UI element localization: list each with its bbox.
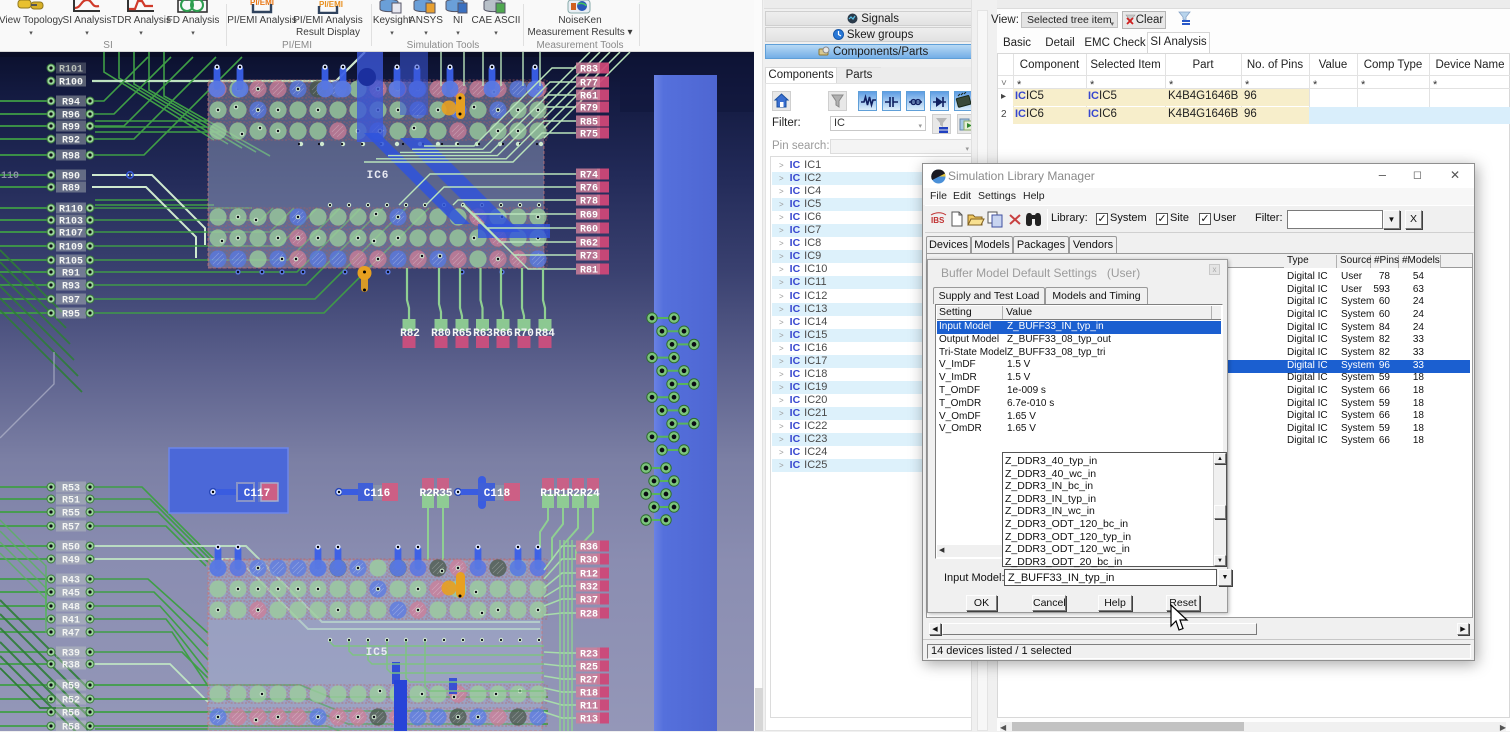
svg-text:C118: C118 — [484, 488, 511, 500]
svg-text:R78: R78 — [580, 197, 598, 208]
svg-text:R110: R110 — [59, 205, 83, 216]
svg-text:R92: R92 — [62, 136, 80, 147]
svg-text:R105: R105 — [59, 257, 83, 268]
svg-text:R89: R89 — [62, 184, 80, 195]
svg-text:R75: R75 — [580, 130, 598, 141]
svg-text:R79: R79 — [580, 104, 598, 115]
svg-text:R48: R48 — [62, 603, 80, 614]
svg-text:R94: R94 — [62, 98, 80, 109]
svg-text:R80: R80 — [431, 328, 451, 340]
svg-text:R109: R109 — [59, 243, 83, 254]
svg-text:R63: R63 — [473, 328, 493, 340]
svg-text:R52: R52 — [62, 696, 80, 707]
svg-text:R38: R38 — [62, 661, 80, 672]
svg-text:110: 110 — [1, 171, 19, 182]
svg-text:R25: R25 — [580, 663, 598, 674]
svg-text:R56: R56 — [62, 709, 80, 720]
svg-text:R77: R77 — [580, 79, 598, 90]
svg-text:R53: R53 — [62, 484, 80, 495]
svg-text:R84: R84 — [535, 328, 555, 340]
svg-text:IBS: IBS — [931, 216, 945, 225]
svg-text:R95: R95 — [62, 310, 80, 321]
svg-text:R70: R70 — [514, 328, 534, 340]
svg-text:R97: R97 — [62, 296, 80, 307]
svg-text:R98: R98 — [62, 152, 80, 163]
svg-text:R73: R73 — [580, 252, 598, 263]
svg-text:C116: C116 — [364, 488, 390, 500]
svg-text:R100: R100 — [59, 78, 83, 89]
svg-text:R82: R82 — [400, 328, 420, 340]
svg-text:R1R1R2R24: R1R1R2R24 — [540, 488, 600, 500]
svg-text:R81: R81 — [580, 266, 598, 277]
svg-text:R27: R27 — [580, 676, 598, 687]
svg-text:R91: R91 — [62, 269, 80, 280]
svg-text:R65: R65 — [452, 328, 472, 340]
svg-text:R96: R96 — [62, 111, 80, 122]
svg-text:R30: R30 — [580, 556, 598, 567]
svg-text:R62: R62 — [580, 239, 598, 250]
svg-text:R99: R99 — [62, 123, 80, 134]
svg-text:R43: R43 — [62, 576, 80, 587]
svg-text:R90: R90 — [62, 172, 80, 183]
svg-text:IC5: IC5 — [366, 647, 389, 659]
svg-text:R41: R41 — [62, 616, 80, 627]
svg-text:R28: R28 — [580, 610, 598, 621]
svg-text:R74: R74 — [580, 171, 598, 182]
svg-text:R66: R66 — [493, 328, 513, 340]
svg-text:R55: R55 — [62, 509, 80, 520]
svg-text:R47: R47 — [62, 629, 80, 640]
svg-text:R61: R61 — [580, 92, 598, 103]
svg-text:R101: R101 — [59, 65, 83, 76]
svg-text:R11: R11 — [580, 702, 598, 713]
svg-text:PI/EMI: PI/EMI — [319, 0, 343, 9]
svg-text:R93: R93 — [62, 282, 80, 293]
svg-text:R107: R107 — [59, 229, 83, 240]
svg-text:R2R35: R2R35 — [419, 488, 452, 500]
svg-text:R36: R36 — [580, 543, 598, 554]
svg-text:R37: R37 — [580, 596, 598, 607]
svg-text:C117: C117 — [244, 488, 270, 500]
svg-text:R60: R60 — [580, 225, 598, 236]
svg-text:R39: R39 — [62, 649, 80, 660]
svg-text:R85: R85 — [580, 118, 598, 129]
svg-text:IC6: IC6 — [367, 170, 390, 182]
svg-text:R18: R18 — [580, 689, 598, 700]
svg-text:R51: R51 — [62, 496, 80, 507]
svg-text:R50: R50 — [62, 543, 80, 554]
svg-text:R57: R57 — [62, 523, 80, 534]
svg-text:R23: R23 — [580, 650, 598, 661]
svg-text:R49: R49 — [62, 556, 80, 567]
svg-text:R69: R69 — [580, 211, 598, 222]
svg-text:R13: R13 — [580, 715, 598, 726]
svg-text:R58: R58 — [62, 723, 80, 732]
svg-text:R32: R32 — [580, 583, 598, 594]
svg-text:R103: R103 — [59, 217, 83, 228]
svg-text:R12: R12 — [580, 570, 598, 581]
svg-text:R45: R45 — [62, 589, 80, 600]
svg-text:R59: R59 — [62, 682, 80, 693]
svg-text:R83: R83 — [580, 65, 598, 76]
svg-text:R76: R76 — [580, 184, 598, 195]
